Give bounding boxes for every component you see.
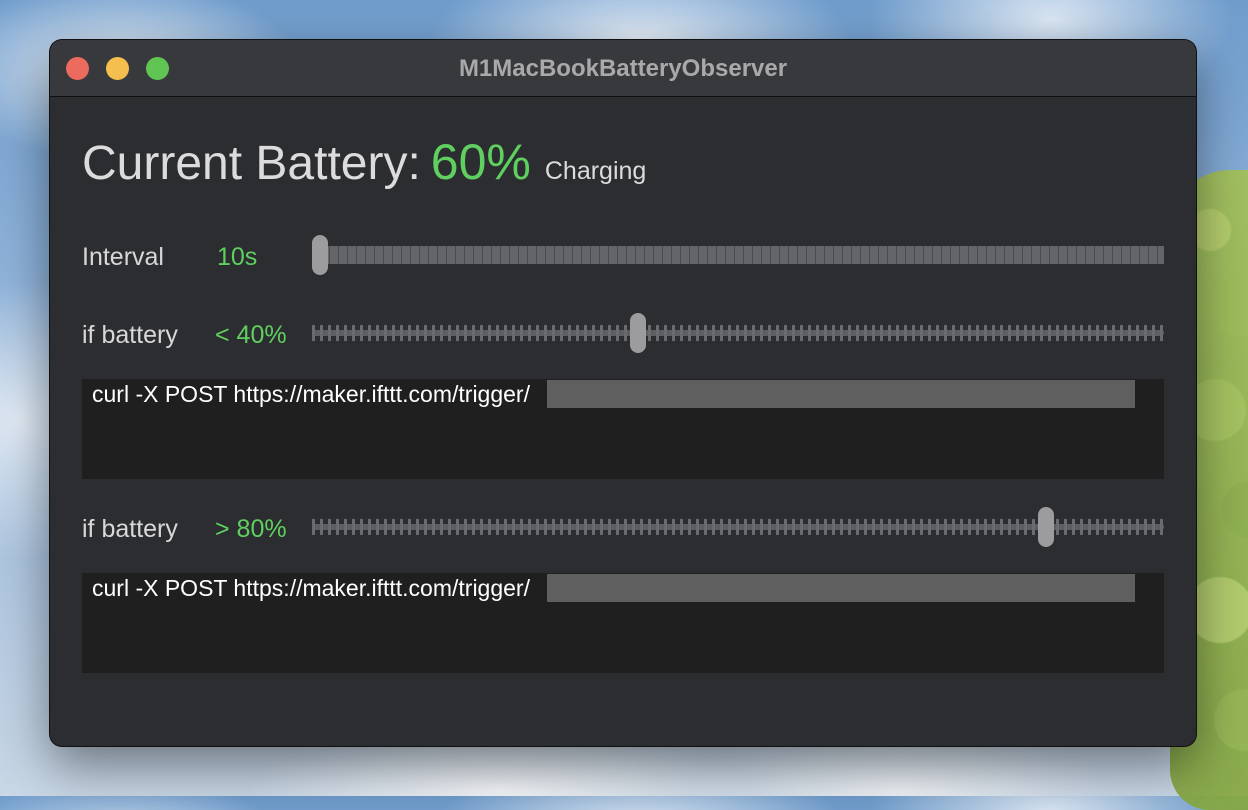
interval-value: 10s (217, 243, 258, 271)
interval-row: Interval 10s (82, 235, 1164, 275)
low-battery-command-field[interactable]: curl -X POST https://maker.ifttt.com/tri… (82, 379, 1164, 479)
high-battery-slider-ticks (312, 519, 1164, 535)
low-battery-row: if battery < 40% (82, 313, 1164, 353)
high-battery-label: if battery (82, 515, 178, 543)
low-battery-slider-ticks (312, 325, 1164, 341)
high-battery-command-text: curl -X POST https://maker.ifttt.com/tri… (92, 575, 530, 601)
high-battery-slider-thumb[interactable] (1037, 507, 1054, 547)
title-bar[interactable]: M1MacBookBatteryObserver (50, 40, 1196, 97)
low-battery-threshold: < 40% (215, 321, 287, 349)
high-battery-command-field[interactable]: curl -X POST https://maker.ifttt.com/tri… (82, 573, 1164, 673)
battery-label: Current Battery: (82, 137, 421, 190)
redacted-key (547, 574, 1135, 602)
interval-label: Interval (82, 243, 164, 271)
app-window: M1MacBookBatteryObserver Current Battery… (50, 40, 1196, 746)
high-battery-row: if battery > 80% (82, 507, 1164, 547)
battery-percentage: 60% (430, 134, 531, 190)
interval-slider-track (312, 246, 1164, 264)
redacted-key (547, 380, 1135, 408)
interval-slider[interactable] (312, 235, 1164, 275)
low-battery-slider-thumb[interactable] (629, 313, 646, 353)
high-battery-slider[interactable] (312, 507, 1164, 547)
charging-status: Charging (544, 157, 647, 185)
window-title: M1MacBookBatteryObserver (458, 55, 788, 82)
main-content: Current Battery: 60% Charging Interval 10s… (82, 97, 1164, 746)
interval-slider-thumb[interactable] (312, 235, 328, 275)
low-battery-slider[interactable] (312, 313, 1164, 353)
low-battery-command-text: curl -X POST https://maker.ifttt.com/tri… (92, 381, 530, 407)
high-battery-threshold: > 80% (215, 515, 287, 543)
battery-heading: Current Battery: 60% Charging (82, 133, 646, 191)
low-battery-label: if battery (82, 321, 178, 349)
